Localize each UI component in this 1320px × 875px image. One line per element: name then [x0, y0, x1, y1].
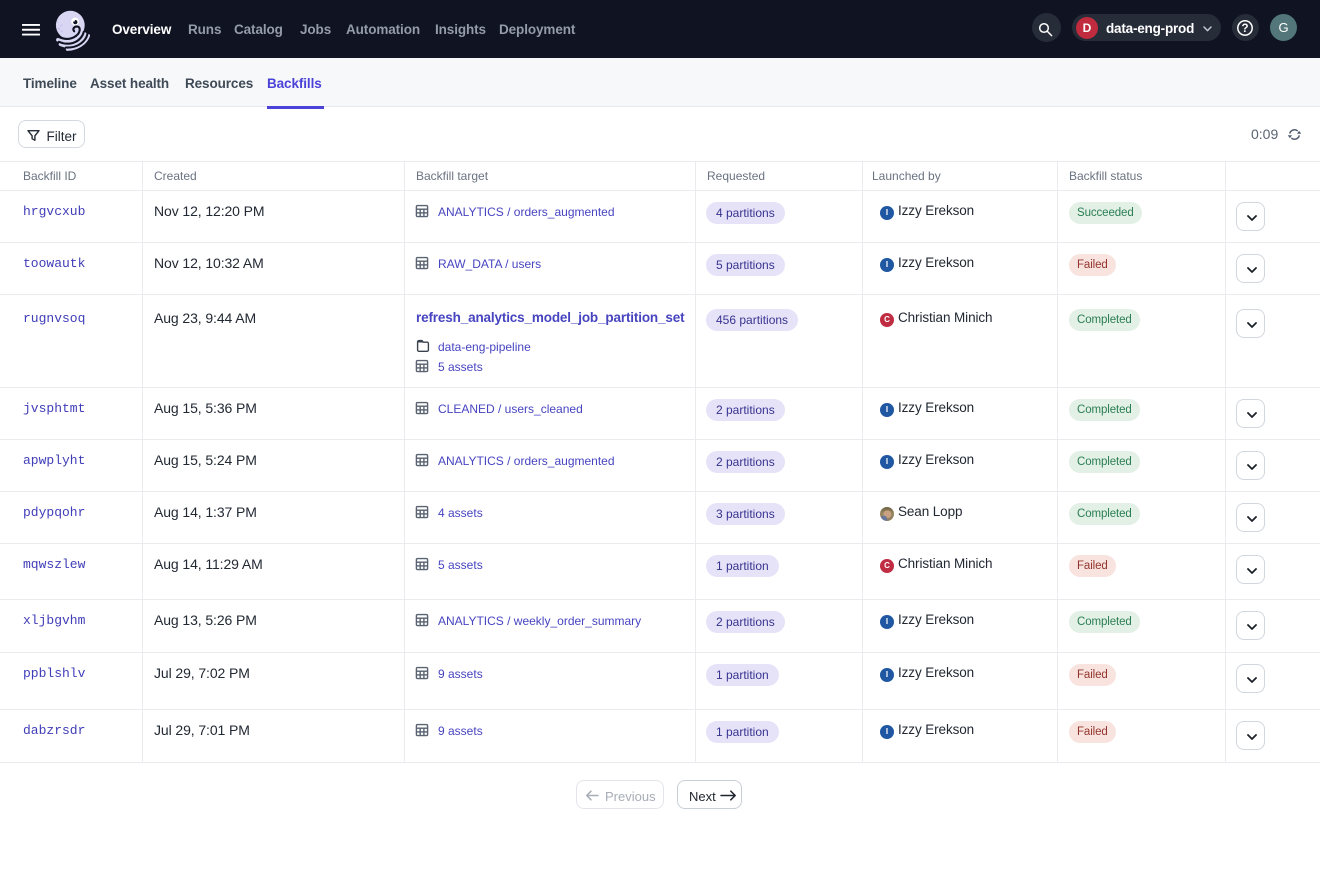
svg-text:?: ?: [1241, 23, 1248, 35]
